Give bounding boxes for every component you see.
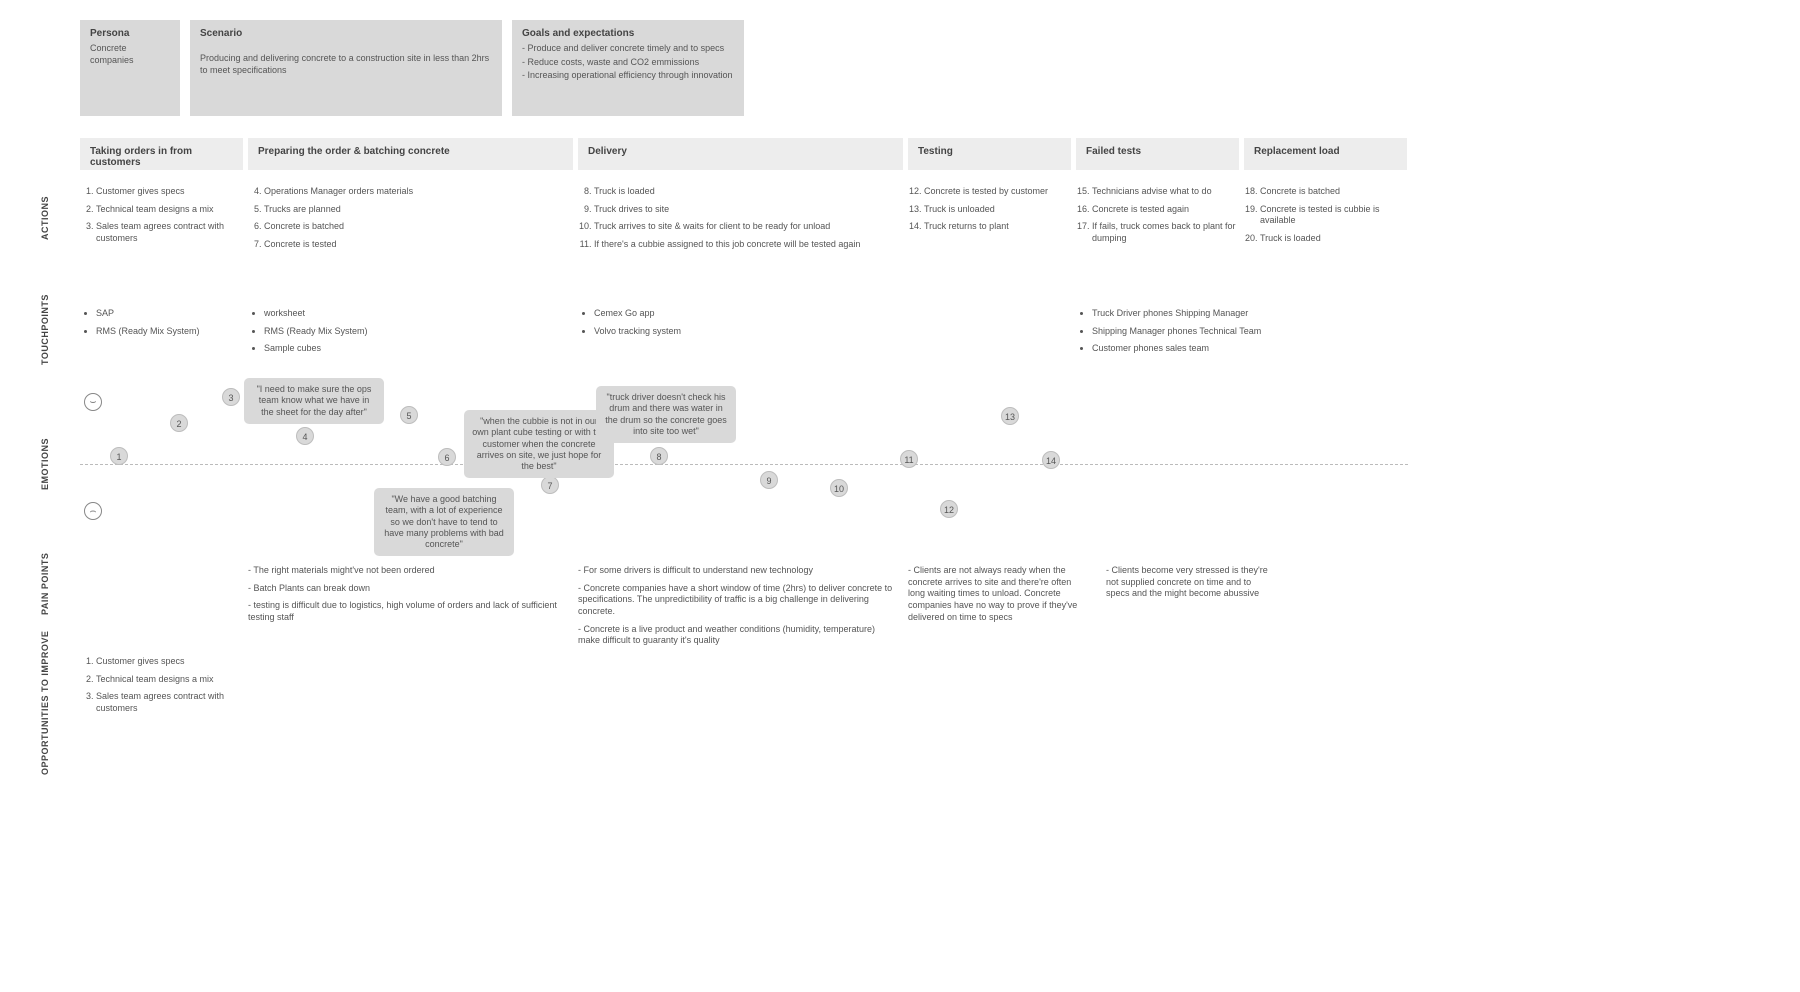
emotion-node: 10 (830, 479, 848, 497)
pain-item: - For some drivers is difficult to under… (578, 565, 898, 577)
emotion-node: 1 (110, 447, 128, 465)
pain-col-5: - Clients become very stressed is they'r… (1106, 565, 1276, 606)
pain-item: - The right materials might've not been … (248, 565, 563, 577)
phase-header: Delivery (578, 138, 903, 170)
scenario-body: Producing and delivering concrete to a c… (200, 53, 492, 76)
actions-col-5: Technicians advise what to do Concrete i… (1076, 186, 1239, 251)
row-label-touchpoints: TOUCHPOINTS (40, 294, 50, 365)
actions-col-2: Operations Manager orders materials Truc… (248, 186, 448, 257)
goals-title: Goals and expectations (522, 28, 734, 39)
pain-item: - Concrete is a live product and weather… (578, 624, 898, 647)
touchpoint-item: Truck Driver phones Shipping Manager (1092, 308, 1276, 320)
touchpoints-col-3: Cemex Go app Volvo tracking system (578, 308, 838, 343)
action-item: Operations Manager orders materials (264, 186, 448, 198)
touchpoints-col-5: Truck Driver phones Shipping Manager Shi… (1076, 308, 1276, 361)
phase-header: Replacement load (1244, 138, 1407, 170)
pain-item: - Concrete companies have a short window… (578, 583, 898, 618)
persona-title: Persona (90, 28, 170, 39)
pain-col-4: - Clients are not always ready when the … (908, 565, 1088, 629)
scenario-card: Scenario Producing and delivering concre… (190, 20, 502, 116)
emotion-node: 7 (541, 476, 559, 494)
emotion-node: 9 (760, 471, 778, 489)
happy-face-icon: ⌣ (84, 393, 102, 411)
emotion-node: 8 (650, 447, 668, 465)
emotion-node: 5 (400, 406, 418, 424)
opp-item: Technical team designs a mix (96, 674, 243, 686)
emotion-quote: "We have a good batching team, with a lo… (374, 488, 514, 556)
emotion-node: 13 (1001, 407, 1019, 425)
action-item: Concrete is tested again (1092, 204, 1239, 216)
touchpoint-item: Customer phones sales team (1092, 343, 1276, 355)
touchpoint-item: Cemex Go app (594, 308, 838, 320)
touchpoint-item: Sample cubes (264, 343, 448, 355)
emotion-node: 11 (900, 450, 918, 468)
row-label-pain: PAIN POINTS (40, 553, 50, 615)
action-item: Truck is loaded (1260, 233, 1407, 245)
action-item: Sales team agrees contract with customer… (96, 221, 243, 244)
action-item: Truck returns to plant (924, 221, 1071, 233)
opp-item: Sales team agrees contract with customer… (96, 691, 243, 714)
action-item: Truck is unloaded (924, 204, 1071, 216)
touchpoint-item: RMS (Ready Mix System) (264, 326, 448, 338)
emotion-node: 12 (940, 500, 958, 518)
actions-col-1: Customer gives specs Technical team desi… (80, 186, 243, 251)
phase-header: Testing (908, 138, 1071, 170)
action-item: Truck arrives to site & waits for client… (594, 221, 903, 233)
emotion-node: 3 (222, 388, 240, 406)
scenario-title: Scenario (200, 28, 492, 39)
goals-item: - Increasing operational efficiency thro… (522, 70, 734, 82)
pain-col-3: - For some drivers is difficult to under… (578, 565, 898, 653)
row-label-emotions: EMOTIONS (40, 438, 50, 490)
touchpoint-item: SAP (96, 308, 243, 320)
action-item: Concrete is tested (264, 239, 448, 251)
action-item: Technical team designs a mix (96, 204, 243, 216)
actions-col-6: Concrete is batched Concrete is tested i… (1244, 186, 1407, 251)
emotion-quote: "I need to make sure the ops team know w… (244, 378, 384, 424)
opp-col-1: Customer gives specs Technical team desi… (80, 656, 243, 721)
sad-face-icon: ⌢ (84, 502, 102, 520)
action-item: Concrete is tested is cubbie is availabl… (1260, 204, 1407, 227)
pain-item: - Clients are not always ready when the … (908, 565, 1088, 623)
phase-header: Failed tests (1076, 138, 1239, 170)
touchpoint-item: Volvo tracking system (594, 326, 838, 338)
persona-body: Concrete companies (90, 43, 170, 66)
action-item: Concrete is batched (264, 221, 448, 233)
pain-col-2: - The right materials might've not been … (248, 565, 563, 630)
emotion-quote: "truck driver doesn't check his drum and… (596, 386, 736, 443)
touchpoints-col-1: SAP RMS (Ready Mix System) (80, 308, 243, 343)
persona-card: Persona Concrete companies (80, 20, 180, 116)
emotion-node: 2 (170, 414, 188, 432)
touchpoint-item: worksheet (264, 308, 448, 320)
goals-item: - Reduce costs, waste and CO2 emmissions (522, 57, 734, 69)
action-item: Technicians advise what to do (1092, 186, 1239, 198)
emotion-baseline (80, 464, 1408, 465)
phase-header: Taking orders in from customers (80, 138, 243, 170)
row-label-actions: ACTIONS (40, 196, 50, 240)
emotion-node: 6 (438, 448, 456, 466)
action-item: Concrete is tested by customer (924, 186, 1071, 198)
action-item: Trucks are planned (264, 204, 448, 216)
goals-card: Goals and expectations - Produce and del… (512, 20, 744, 116)
action-item: Truck drives to site (594, 204, 903, 216)
action-item: If fails, truck comes back to plant for … (1092, 221, 1239, 244)
emotion-node: 4 (296, 427, 314, 445)
emotion-node: 14 (1042, 451, 1060, 469)
actions-col-4: Concrete is tested by customer Truck is … (908, 186, 1071, 239)
action-item: Customer gives specs (96, 186, 243, 198)
pain-item: - Batch Plants can break down (248, 583, 563, 595)
pain-item: - testing is difficult due to logistics,… (248, 600, 563, 623)
emotion-quote: "when the cubbie is not in our own plant… (464, 410, 614, 478)
actions-col-3: Truck is loaded Truck drives to site Tru… (578, 186, 903, 257)
opp-item: Customer gives specs (96, 656, 243, 668)
pain-item: - Clients become very stressed is they'r… (1106, 565, 1276, 600)
phase-header: Preparing the order & batching concrete (248, 138, 573, 170)
touchpoints-col-2: worksheet RMS (Ready Mix System) Sample … (248, 308, 448, 361)
touchpoint-item: RMS (Ready Mix System) (96, 326, 243, 338)
action-item: Concrete is batched (1260, 186, 1407, 198)
goals-item: - Produce and deliver concrete timely an… (522, 43, 734, 55)
touchpoint-item: Shipping Manager phones Technical Team (1092, 326, 1276, 338)
action-item: Truck is loaded (594, 186, 903, 198)
action-item: If there's a cubbie assigned to this job… (594, 239, 903, 251)
row-label-opp: OPPORTUNITIES TO IMPROVE (40, 631, 50, 775)
